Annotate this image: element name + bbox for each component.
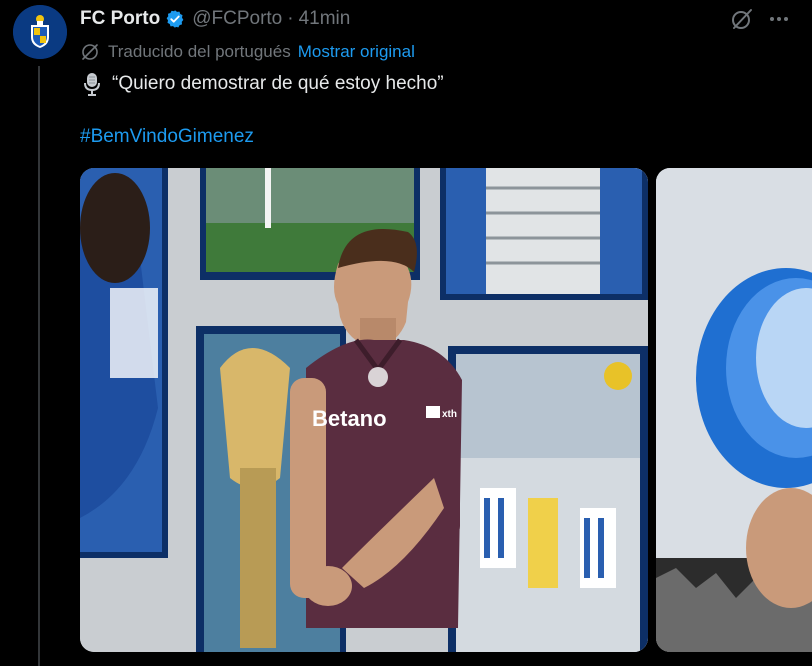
translation-label: Traducido del portugués	[108, 42, 291, 61]
tweet-timestamp[interactable]: 41min	[299, 8, 351, 30]
avatar[interactable]	[13, 5, 67, 59]
separator-dot: ·	[287, 8, 294, 29]
second-photo[interactable]	[656, 168, 812, 652]
hashtag-link[interactable]: #BemVindoGimenez	[80, 126, 254, 148]
player-photo[interactable]: Betano xth	[80, 168, 648, 652]
show-original-link[interactable]: Mostrar original	[298, 42, 415, 62]
tweet-header: FC Porto @FCPorto · 41min	[80, 6, 350, 32]
grok-icon[interactable]	[729, 6, 755, 32]
globe-slash-icon	[82, 44, 98, 60]
fc-porto-crest-icon	[13, 5, 67, 59]
author-name[interactable]: FC Porto	[80, 8, 160, 30]
sleeve-text: xth	[442, 409, 457, 420]
more-icon[interactable]	[766, 6, 792, 32]
thread-line	[38, 66, 40, 666]
translation-notice: Traducido del portugués Mostrar original	[80, 41, 415, 63]
quote-text: “Quiero demostrar de qué estoy hecho”	[112, 73, 444, 94]
verified-badge-icon	[165, 9, 185, 29]
author-handle[interactable]: @FCPorto	[192, 8, 282, 30]
microphone-icon	[84, 73, 100, 96]
tweet-text: “Quiero demostrar de qué estoy hecho”	[80, 70, 444, 98]
shirt-sponsor: Betano	[312, 406, 387, 431]
media-gallery: Betano xth	[80, 168, 812, 652]
